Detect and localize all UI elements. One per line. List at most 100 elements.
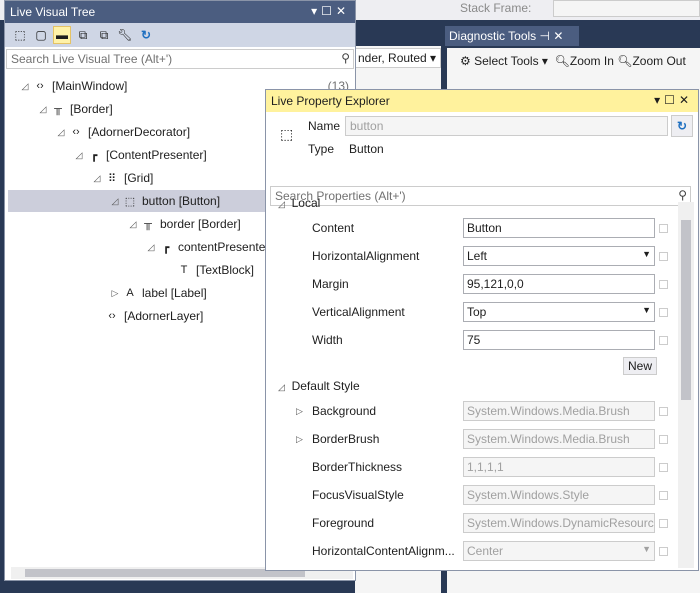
zoom-in-icon: 🔍︎ <box>554 54 570 68</box>
property-row: Margin 95,121,0,0 <box>266 273 676 295</box>
property-row: HorizontalAlignment Left ▼ <box>266 245 676 267</box>
property-value-field[interactable]: Top ▼ <box>463 302 655 322</box>
visual-tree-search-input[interactable]: Search Live Visual Tree (Alt+') ⚲ <box>6 49 354 69</box>
track-focus-icon[interactable]: ▬ <box>53 26 71 44</box>
select-tools-label: Select Tools <box>474 54 539 68</box>
property-value-field[interactable]: System.Windows.Media.Brush <box>463 429 655 449</box>
property-value-field[interactable]: 95,121,0,0 <box>463 274 655 294</box>
close-icon[interactable]: ✕ <box>336 4 350 18</box>
collapse-arrow-icon: ◿ <box>278 199 285 209</box>
new-property-button[interactable]: New <box>623 357 658 375</box>
property-checkbox[interactable] <box>659 518 668 528</box>
property-checkbox[interactable] <box>659 307 668 317</box>
border-icon: ╥ <box>54 103 62 115</box>
property-checkbox[interactable] <box>659 279 668 289</box>
collapse-arrow-icon[interactable]: ◿ <box>54 127 68 138</box>
scrollbar-thumb[interactable] <box>25 569 305 577</box>
property-checkbox[interactable] <box>659 223 668 233</box>
property-checkbox[interactable] <box>659 546 668 556</box>
type-value: Button <box>349 142 384 156</box>
refresh-icon[interactable]: ↻ <box>671 115 693 137</box>
dropdown-arrow-icon[interactable]: ▼ <box>642 305 651 315</box>
events-dropdown-value: nder, Routed <box>358 51 427 65</box>
tree-item-label: label [Label] <box>142 286 207 300</box>
textblock-icon: T <box>180 264 188 276</box>
collapse-arrow-icon[interactable]: ◿ <box>144 242 158 253</box>
events-dropdown[interactable]: nder, Routed ▾ <box>355 48 441 68</box>
middle-panel-tab[interactable] <box>355 26 443 46</box>
property-search-input[interactable]: Search Properties (Alt+') ⚲ <box>270 186 691 206</box>
pin-icon[interactable]: ⊣ <box>540 29 550 43</box>
window-icon: ‹› <box>36 80 44 92</box>
property-value: Center <box>467 544 504 558</box>
dropdown-icon[interactable]: ▾ <box>311 4 321 18</box>
window-title: Live Property Explorer <box>271 94 390 108</box>
collapse-arrow-icon[interactable]: ◿ <box>126 219 140 230</box>
name-value: button <box>350 119 384 133</box>
wrench-icon[interactable]: 🔧︎ <box>116 26 134 44</box>
property-value-field[interactable]: Center ▼ <box>463 541 655 561</box>
zoom-out-button[interactable]: 🔍︎Zoom Out <box>617 54 686 68</box>
property-row: ▷ Background System.Windows.Media.Brush <box>266 400 676 422</box>
property-row: BorderThickness 1,1,1,1 <box>266 456 676 478</box>
collapse-arrow-icon[interactable]: ◿ <box>36 104 50 115</box>
border-icon: ╥ <box>144 218 152 230</box>
local-section-header[interactable]: ◿ Local <box>278 196 320 210</box>
search-icon[interactable]: ⚲ <box>341 51 350 65</box>
expand-arrow-icon[interactable]: ▷ <box>108 288 122 299</box>
property-name: FocusVisualStyle <box>312 488 404 502</box>
live-visual-tree-title-bar[interactable]: Live Visual Tree ▾☐✕ <box>5 1 355 23</box>
vertical-scrollbar[interactable] <box>678 202 694 568</box>
property-value-field[interactable]: Button <box>463 218 655 238</box>
expand-arrow-icon[interactable]: ▷ <box>296 434 303 445</box>
maximize-icon[interactable]: ☐ <box>321 4 336 18</box>
property-value: 95,121,0,0 <box>467 277 524 291</box>
dropdown-icon[interactable]: ▾ <box>654 93 664 107</box>
property-value-field[interactable]: 75 <box>463 330 655 350</box>
zoom-in-label: Zoom In <box>569 54 614 68</box>
property-value-field[interactable]: System.Windows.Media.Brush <box>463 401 655 421</box>
window-title: Live Visual Tree <box>10 5 96 19</box>
collapse-icon[interactable]: ⧉ <box>95 26 113 44</box>
expand-arrow-icon[interactable]: ▷ <box>296 406 303 417</box>
stack-frame-dropdown[interactable] <box>553 0 700 17</box>
collapse-arrow-icon[interactable]: ◿ <box>18 81 32 92</box>
property-checkbox[interactable] <box>659 462 668 472</box>
expand-icon[interactable]: ⧉ <box>74 26 92 44</box>
default-style-section-header[interactable]: ◿ Default Style <box>278 379 360 393</box>
property-value-field[interactable]: Left ▼ <box>463 246 655 266</box>
select-tools-button[interactable]: ⚙ Select Tools ▾ <box>460 54 548 68</box>
collapse-arrow-icon[interactable]: ◿ <box>90 173 104 184</box>
property-value-field[interactable]: System.Windows.DynamicResource <box>463 513 655 533</box>
close-icon[interactable]: ✕ <box>553 29 563 43</box>
display-adorners-icon[interactable]: ▢ <box>32 26 50 44</box>
tree-item-label: [TextBlock] <box>196 263 255 277</box>
collapse-arrow-icon[interactable]: ◿ <box>108 196 122 207</box>
property-checkbox[interactable] <box>659 434 668 444</box>
code-icon: ‹› <box>108 310 116 322</box>
tab-diagnostic-tools[interactable]: Diagnostic Tools ⊣ ✕ <box>445 26 579 46</box>
collapse-arrow-icon[interactable]: ◿ <box>72 150 86 161</box>
property-value-field[interactable]: 1,1,1,1 <box>463 457 655 477</box>
dropdown-arrow-icon[interactable]: ▼ <box>642 249 651 259</box>
select-element-icon[interactable]: ⬚ <box>11 26 29 44</box>
property-value-field[interactable]: System.Windows.Style <box>463 485 655 505</box>
property-name: Background <box>312 404 377 418</box>
property-value: System.Windows.DynamicResource <box>467 516 655 530</box>
name-field[interactable]: button <box>345 116 668 136</box>
property-row: FocusVisualStyle System.Windows.Style <box>266 484 676 506</box>
property-checkbox[interactable] <box>659 490 668 500</box>
property-checkbox[interactable] <box>659 335 668 345</box>
visual-tree-toolbar: ⬚ ▢ ▬ ⧉ ⧉ 🔧︎ ↻ <box>5 23 355 47</box>
dropdown-arrow-icon[interactable]: ▼ <box>642 544 651 554</box>
property-checkbox[interactable] <box>659 406 668 416</box>
live-property-explorer-title-bar[interactable]: Live Property Explorer ▾☐✕ <box>266 90 698 112</box>
search-icon[interactable]: ⚲ <box>678 188 687 202</box>
scrollbar-thumb[interactable] <box>681 220 691 400</box>
tree-item-label: [AdornerLayer] <box>124 309 204 323</box>
refresh-icon[interactable]: ↻ <box>137 26 155 44</box>
maximize-icon[interactable]: ☐ <box>664 93 679 107</box>
zoom-in-button[interactable]: 🔍︎Zoom In <box>555 54 614 68</box>
close-icon[interactable]: ✕ <box>679 93 693 107</box>
property-checkbox[interactable] <box>659 251 668 261</box>
